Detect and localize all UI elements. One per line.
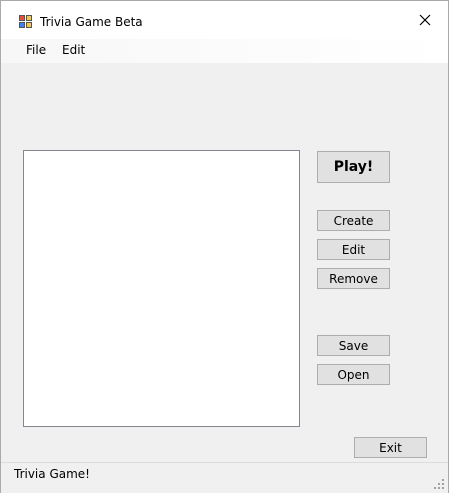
close-icon [419,14,431,26]
save-button[interactable]: Save [317,335,390,356]
app-window: Trivia Game Beta File Edit Play! Create … [0,0,449,493]
remove-button[interactable]: Remove [317,268,390,289]
questions-listbox[interactable] [23,150,300,427]
create-button[interactable]: Create [317,210,390,231]
exit-button[interactable]: Exit [354,437,427,458]
menu-bar: File Edit [1,39,448,63]
menu-file[interactable]: File [26,43,46,57]
close-button[interactable] [402,1,448,39]
title-bar[interactable]: Trivia Game Beta [1,1,448,39]
status-text: Trivia Game! [14,467,90,481]
menu-edit[interactable]: Edit [62,43,85,57]
open-button[interactable]: Open [317,364,390,385]
app-icon [19,15,33,29]
window-title: Trivia Game Beta [40,15,143,29]
resize-grip-icon[interactable] [432,477,444,489]
edit-button[interactable]: Edit [317,239,390,260]
status-bar: Trivia Game! [1,462,448,493]
play-button[interactable]: Play! [317,151,390,183]
